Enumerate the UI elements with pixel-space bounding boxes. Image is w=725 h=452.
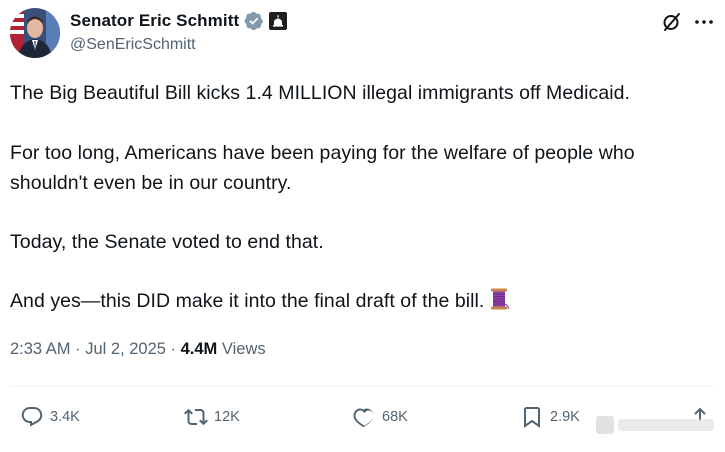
like-button[interactable]: 68K: [352, 404, 408, 430]
post-text-paragraph: Today, the Senate voted to end that.: [10, 231, 324, 253]
reply-icon: [21, 407, 43, 427]
post-metadata: 2:33 AM · Jul 2, 2025 · 4.4M Views: [10, 340, 266, 359]
repost-button[interactable]: 12K: [184, 404, 240, 430]
heart-icon: [353, 408, 374, 428]
watermark-image: [596, 416, 714, 434]
verified-badge-icon[interactable]: [244, 11, 264, 31]
reply-count: 3.4K: [50, 409, 80, 425]
author-name-row: Senator Eric Schmitt: [70, 9, 288, 33]
bookmark-button[interactable]: 2.9K: [520, 404, 580, 430]
tweet: Senator Eric Schmitt @SenEricSchmitt The…: [0, 0, 725, 452]
meta-separator: ·: [70, 340, 86, 358]
avatar-image: [10, 8, 60, 58]
thread-spool-icon: [487, 287, 511, 311]
author-handle[interactable]: @SenEricSchmitt: [70, 36, 196, 54]
divider: [10, 386, 715, 387]
views-label: Views: [221, 340, 266, 358]
avatar[interactable]: [10, 8, 60, 58]
post-time[interactable]: 2:33 AM: [10, 340, 71, 358]
like-count: 68K: [382, 409, 408, 425]
post-text-last-line: And yes—this DID make it into the final …: [10, 286, 511, 316]
more-options-icon[interactable]: [692, 10, 716, 34]
post-text-paragraph: For too long, Americans have been paying…: [10, 142, 635, 194]
bookmark-count: 2.9K: [550, 409, 580, 425]
repost-icon: [184, 408, 208, 426]
grok-icon[interactable]: [660, 10, 684, 34]
bookmark-icon: [524, 407, 540, 428]
post-date[interactable]: Jul 2, 2025: [85, 340, 166, 358]
post-text-paragraph: The Big Beautiful Bill kicks 1.4 MILLION…: [10, 82, 630, 104]
meta-separator: ·: [165, 340, 181, 358]
government-affiliation-icon[interactable]: [269, 12, 288, 30]
post-text-paragraph: And yes—this DID make it into the final …: [10, 290, 485, 312]
views-count: 4.4M: [180, 340, 218, 358]
author-display-name[interactable]: Senator Eric Schmitt: [70, 11, 239, 31]
reply-button[interactable]: 3.4K: [20, 404, 80, 430]
repost-count: 12K: [214, 409, 240, 425]
